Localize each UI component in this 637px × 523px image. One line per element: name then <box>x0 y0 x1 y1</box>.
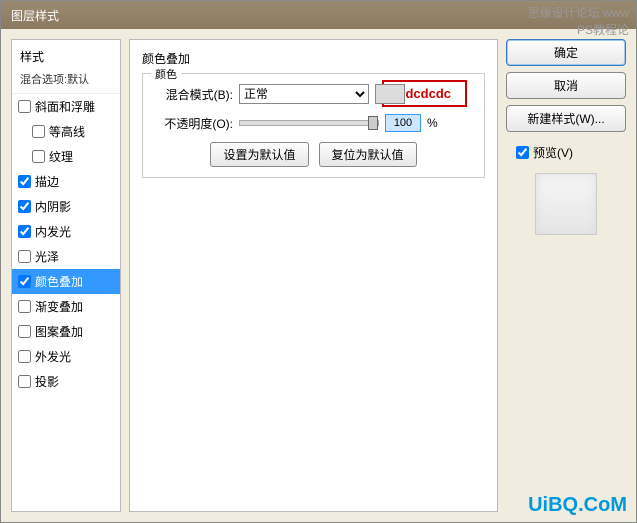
style-checkbox[interactable] <box>18 325 31 338</box>
style-label: 颜色叠加 <box>35 273 83 290</box>
style-item-5[interactable]: 内发光 <box>12 219 120 244</box>
style-checkbox[interactable] <box>18 300 31 313</box>
style-label: 内发光 <box>35 223 71 240</box>
style-label: 内阴影 <box>35 198 71 215</box>
blend-mode-label: 混合模式(B): <box>153 86 233 103</box>
center-panel: 颜色叠加 #dcdcdc 颜色 混合模式(B): 正常 不透明度(O): % <box>129 39 498 512</box>
style-label: 纹理 <box>49 148 73 165</box>
style-item-0[interactable]: 斜面和浮雕 <box>12 94 120 119</box>
style-label: 描边 <box>35 173 59 190</box>
ok-button[interactable]: 确定 <box>506 39 626 66</box>
style-checkbox[interactable] <box>18 275 31 288</box>
style-label: 斜面和浮雕 <box>35 98 95 115</box>
style-item-11[interactable]: 投影 <box>12 369 120 394</box>
new-style-button[interactable]: 新建样式(W)... <box>506 105 626 132</box>
window-title: 图层样式 <box>11 9 59 23</box>
style-item-3[interactable]: 描边 <box>12 169 120 194</box>
blend-mode-select[interactable]: 正常 <box>239 84 369 104</box>
preview-checkbox[interactable] <box>516 146 529 159</box>
style-label: 光泽 <box>35 248 59 265</box>
layer-style-dialog: 图层样式 思缘设计论坛 wwwPS教程论 样式 混合选项:默认 斜面和浮雕等高线… <box>0 0 637 523</box>
style-item-1[interactable]: 等高线 <box>12 119 120 144</box>
style-checkbox[interactable] <box>18 225 31 238</box>
style-item-6[interactable]: 光泽 <box>12 244 120 269</box>
style-checkbox[interactable] <box>32 150 45 163</box>
reset-default-button[interactable]: 复位为默认值 <box>319 142 417 167</box>
preview-thumbnail <box>535 173 597 235</box>
color-fieldset: 颜色 混合模式(B): 正常 不透明度(O): % 设置为默认值 复位为默认 <box>142 73 485 178</box>
content: 样式 混合选项:默认 斜面和浮雕等高线纹理描边内阴影内发光光泽颜色叠加渐变叠加图… <box>1 29 636 522</box>
section-title: 颜色叠加 <box>142 50 485 67</box>
make-default-button[interactable]: 设置为默认值 <box>210 142 308 167</box>
watermark-top: 思缘设计论坛 wwwPS教程论 <box>528 4 629 38</box>
opacity-label: 不透明度(O): <box>153 115 233 132</box>
style-checkbox[interactable] <box>18 175 31 188</box>
preview-label: 预览(V) <box>533 144 573 161</box>
fieldset-legend: 颜色 <box>151 66 181 82</box>
style-item-4[interactable]: 内阴影 <box>12 194 120 219</box>
style-item-2[interactable]: 纹理 <box>12 144 120 169</box>
style-label: 图案叠加 <box>35 323 83 340</box>
style-label: 渐变叠加 <box>35 298 83 315</box>
cancel-button[interactable]: 取消 <box>506 72 626 99</box>
style-checkbox[interactable] <box>18 350 31 363</box>
style-checkbox[interactable] <box>18 250 31 263</box>
style-item-8[interactable]: 渐变叠加 <box>12 294 120 319</box>
style-item-9[interactable]: 图案叠加 <box>12 319 120 344</box>
styles-header[interactable]: 样式 <box>12 44 120 69</box>
styles-list: 样式 混合选项:默认 斜面和浮雕等高线纹理描边内阴影内发光光泽颜色叠加渐变叠加图… <box>11 39 121 512</box>
opacity-slider[interactable] <box>239 120 379 126</box>
watermark-bottom: UiBQ.CoM <box>528 494 627 517</box>
style-checkbox[interactable] <box>18 375 31 388</box>
style-label: 等高线 <box>49 123 85 140</box>
style-checkbox[interactable] <box>18 200 31 213</box>
blend-options-default[interactable]: 混合选项:默认 <box>12 69 120 94</box>
opacity-input[interactable] <box>385 114 421 132</box>
style-item-10[interactable]: 外发光 <box>12 344 120 369</box>
opacity-unit: % <box>427 116 438 130</box>
color-swatch[interactable] <box>375 84 405 104</box>
style-checkbox[interactable] <box>32 125 45 138</box>
style-label: 投影 <box>35 373 59 390</box>
style-checkbox[interactable] <box>18 100 31 113</box>
right-panel: 确定 取消 新建样式(W)... 预览(V) <box>506 39 626 512</box>
style-label: 外发光 <box>35 348 71 365</box>
style-item-7[interactable]: 颜色叠加 <box>12 269 120 294</box>
